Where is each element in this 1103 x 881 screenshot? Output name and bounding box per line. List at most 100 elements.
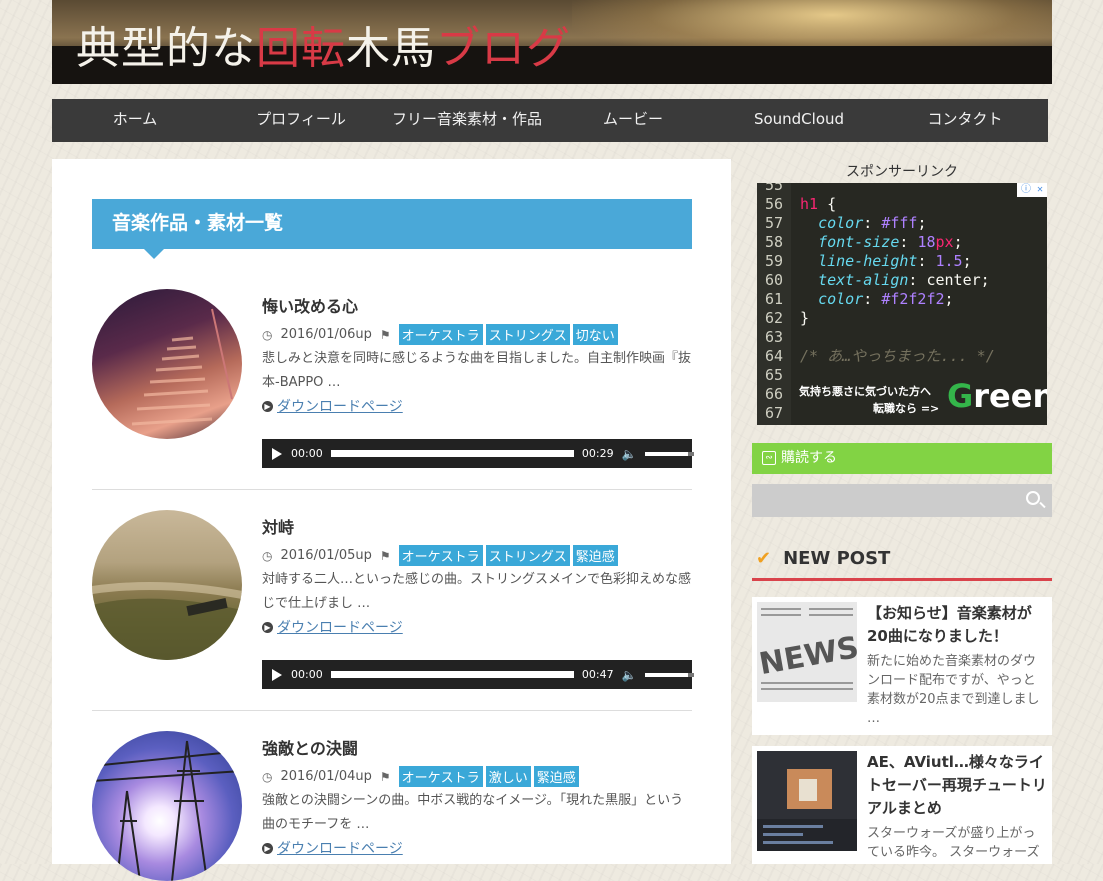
news-thumbnail: NEWS [757, 602, 861, 702]
post-excerpt: 対峙する二人…といった感じの曲。ストリングスメインで色彩抑えめな感じで仕上げまし… [262, 572, 692, 611]
advertisement[interactable]: 55 56 h1 {57 color: #fff; 58 font-size: 1… [757, 183, 1047, 425]
clock-icon: ◷ [262, 548, 273, 563]
site-title-part: 典型的な [76, 23, 256, 74]
ad-code-line: 58 font-size: 18px; [757, 233, 963, 252]
player-current-time: 00:00 [291, 447, 323, 460]
post-item: 悔い改める心 ◷ 2016/01/06up ⚑ オーケストラ ストリングス 切な… [92, 289, 695, 479]
nav-item-soundcloud[interactable]: SoundCloud [716, 99, 882, 142]
post-item: 強敵との決闘 ◷ 2016/01/04up ⚑ オーケストラ 激しい 緊迫感 強… [92, 731, 692, 881]
post-item: 対峙 ◷ 2016/01/05up ⚑ オーケストラ ストリングス 緊迫感 対峙… [92, 510, 695, 700]
ad-code-token: text-align [800, 271, 909, 289]
new-post-item[interactable]: AE、AViutl…様々なライトセーバー再現チュートリアルまとめ スターウォーズ… [752, 746, 1052, 864]
nav-item-home[interactable]: ホーム [52, 99, 218, 142]
post-thumbnail-field[interactable] [92, 510, 242, 660]
new-post-item[interactable]: NEWS 【お知らせ】音楽素材が20曲になりました！ 新たに始めた音楽素材のダウ… [752, 597, 1052, 735]
post-title[interactable]: 強敵との決闘 [262, 735, 358, 759]
chevron-right-icon: ▶ [262, 400, 273, 412]
new-post-title[interactable]: 【お知らせ】音楽素材が20曲になりました！ [867, 602, 1047, 648]
ae-thumbnail [757, 751, 857, 851]
post-date: 2016/01/06up [280, 327, 372, 342]
ad-code-line: 64 /* あ…やっちまった... */ [757, 347, 995, 366]
player-progress-bar[interactable] [330, 450, 574, 457]
main-content: 音楽作品・素材一覧 悔い改める心 ◷ 2016/01/06up ⚑ オーケストラ… [52, 159, 731, 881]
ad-code-token: ; [917, 214, 927, 232]
ad-text: 気持ち悪さに気づいた方へ 転職なら => [799, 383, 939, 417]
tag[interactable]: ストリングス [485, 324, 570, 345]
ad-code-token: #fff [881, 214, 918, 232]
ad-code-token: { [818, 195, 837, 213]
nav-item-contact[interactable]: コンタクト [882, 99, 1048, 142]
editor-image [757, 751, 857, 851]
ad-line-number: 55 [764, 183, 784, 194]
section-heading: 音楽作品・素材一覧 [92, 199, 692, 259]
volume-icon[interactable]: 🔈 [622, 668, 637, 682]
search-icon[interactable] [1026, 491, 1040, 505]
stairs-image [131, 308, 233, 426]
newspaper-image: NEWS [757, 602, 861, 702]
post-meta: ◷ 2016/01/05up ⚑ オーケストラ ストリングス 緊迫感 [262, 545, 621, 566]
volume-icon[interactable]: 🔈 [622, 447, 637, 461]
nav-item-movie[interactable]: ムービー [550, 99, 716, 142]
ad-code-token: : [863, 214, 882, 232]
tag[interactable]: 切ない [572, 324, 618, 345]
chevron-right-icon: ▶ [262, 621, 273, 633]
tag[interactable]: 緊迫感 [533, 766, 579, 787]
ad-code-line: 59 line-height: 1.5; [757, 252, 972, 271]
site-title-part: ブログ [436, 23, 571, 74]
download-link[interactable]: ダウンロードページ [277, 396, 403, 416]
player-progress-bar[interactable] [330, 671, 574, 678]
post-title[interactable]: 対峙 [262, 514, 294, 538]
volume-slider[interactable] [644, 451, 695, 456]
download-link[interactable]: ダウンロードページ [277, 838, 403, 858]
post-thumbnail-stairs[interactable] [92, 289, 242, 439]
site-title-part: 回転 [256, 23, 346, 74]
post-title[interactable]: 悔い改める心 [262, 293, 358, 317]
heading-pointer [144, 249, 164, 259]
play-icon[interactable] [272, 447, 282, 460]
field-image [92, 582, 242, 660]
search-input[interactable] [752, 484, 1012, 517]
post-date: 2016/01/05up [280, 548, 372, 563]
nav-item-music[interactable]: フリー音楽素材・作品 [384, 99, 550, 142]
tag[interactable]: ストリングス [485, 545, 570, 566]
ad-code-token: #f2f2f2 [881, 290, 945, 308]
volume-slider[interactable] [644, 672, 695, 677]
download-link-row: ▶ ダウンロードページ [262, 617, 403, 637]
download-link[interactable]: ダウンロードページ [277, 617, 403, 637]
ad-code-token: ; [944, 290, 954, 308]
audio-player: 00:00 00:29 🔈 [262, 439, 695, 468]
ad-code-token: h1 [800, 195, 819, 213]
site-title[interactable]: 典型的な回転木馬ブログ [76, 12, 571, 76]
player-duration: 00:29 [581, 447, 614, 460]
site-title-part: 木馬 [346, 23, 436, 74]
ad-code-token: color [800, 290, 864, 308]
ad-logo-g: G [947, 377, 974, 415]
tags-icon: ⚑ [379, 548, 391, 563]
tag[interactable]: 激しい [485, 766, 531, 787]
header-banner[interactable]: 典型的な回転木馬ブログ [52, 0, 1052, 84]
play-icon[interactable] [272, 668, 282, 681]
ad-code-line: 66 [757, 385, 800, 404]
ad-code-token: font-size [800, 233, 900, 251]
ad-line-number: 59 [764, 252, 784, 270]
tag[interactable]: オーケストラ [398, 766, 483, 787]
tag[interactable]: オーケストラ [398, 324, 483, 345]
clock-icon: ◷ [262, 327, 273, 342]
new-post-title[interactable]: AE、AViutl…様々なライトセーバー再現チュートリアルまとめ [867, 751, 1047, 820]
post-divider [92, 710, 692, 711]
ad-code-token: 1.5 [935, 252, 963, 270]
tag[interactable]: オーケストラ [398, 545, 483, 566]
download-link-row: ▶ ダウンロードページ [262, 838, 403, 858]
ad-text-line: 転職なら => [873, 402, 940, 415]
post-thumbnail-pylons[interactable] [92, 731, 242, 881]
ad-code-line: 65 [757, 366, 800, 385]
ad-code-token: line-height [800, 252, 918, 270]
ad-close-icon[interactable]: ⓘ ✕ [1017, 183, 1047, 197]
post-meta: ◷ 2016/01/04up ⚑ オーケストラ 激しい 緊迫感 [262, 766, 582, 787]
subscribe-button[interactable]: ∾ 購読する [752, 443, 1052, 474]
nav-item-profile[interactable]: プロフィール [218, 99, 384, 142]
tag[interactable]: 緊迫感 [572, 545, 618, 566]
ad-logo: Green [947, 377, 1047, 415]
player-duration: 00:47 [581, 668, 614, 681]
subscribe-label: 購読する [781, 450, 837, 466]
